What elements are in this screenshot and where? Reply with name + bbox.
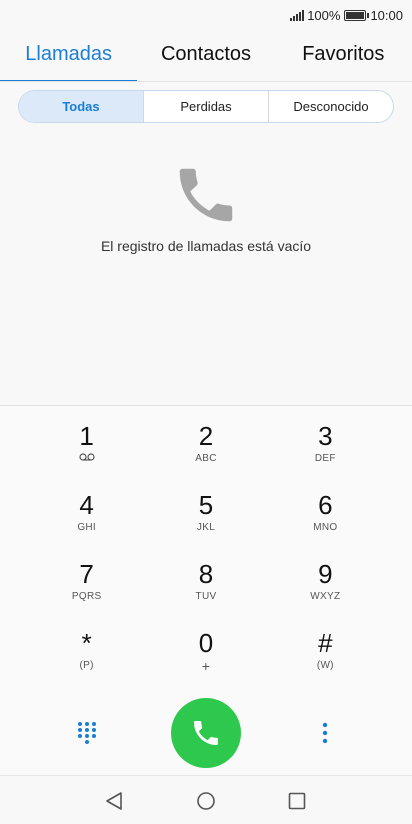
empty-message: El registro de llamadas está vacío xyxy=(100,238,312,254)
filter-desconocido[interactable]: Desconocido xyxy=(268,91,393,122)
clock: 10:00 xyxy=(370,7,403,23)
key-letters: (P) xyxy=(79,660,94,671)
recents-icon[interactable] xyxy=(285,789,309,813)
key-3[interactable]: 3 DEF xyxy=(266,420,385,489)
key-hash[interactable]: # (W) xyxy=(266,627,385,696)
call-icon xyxy=(194,721,218,745)
key-letters: ABC xyxy=(195,453,217,464)
key-letters: WXYZ xyxy=(310,591,341,602)
status-bar: 100% 10:00 xyxy=(0,0,412,30)
home-icon[interactable] xyxy=(194,789,218,813)
more-vertical-icon[interactable] xyxy=(318,720,332,746)
key-digit: 2 xyxy=(198,421,214,451)
key-8[interactable]: 8 TUV xyxy=(146,558,265,627)
tab-favoritos[interactable]: Favoritos xyxy=(275,30,412,82)
call-button[interactable] xyxy=(171,698,241,768)
tab-llamadas[interactable]: Llamadas xyxy=(0,30,138,82)
tab-contactos[interactable]: Contactos xyxy=(137,30,274,82)
key-letters: JKL xyxy=(196,522,216,533)
filter-perdidas[interactable]: Perdidas xyxy=(143,91,268,122)
key-digit: 3 xyxy=(318,421,333,451)
voicemail-icon xyxy=(79,453,95,461)
back-icon[interactable] xyxy=(102,789,126,813)
key-digit: # xyxy=(318,628,333,658)
filter-todas[interactable]: Todas xyxy=(19,91,143,122)
key-digit: 8 xyxy=(198,559,214,589)
key-letters: PQRS xyxy=(71,591,102,602)
navigation-bar xyxy=(0,775,412,824)
dialpad-grid-icon[interactable] xyxy=(76,720,98,746)
key-1[interactable]: 1 xyxy=(27,420,146,489)
key-digit: 6 xyxy=(318,490,333,520)
signal-icon xyxy=(290,9,305,21)
tab-divider xyxy=(0,81,412,82)
battery-percent: 100% xyxy=(307,7,341,23)
key-digit: 1 xyxy=(79,421,94,451)
key-0[interactable]: 0 + xyxy=(146,627,265,696)
key-letters: MNO xyxy=(313,522,338,533)
key-letters: (W) xyxy=(316,660,334,671)
key-digit: * xyxy=(81,628,92,658)
key-letters: GHI xyxy=(77,522,96,533)
battery-icon xyxy=(344,9,370,21)
key-digit: 7 xyxy=(79,559,94,589)
key-letters: TUV xyxy=(195,591,217,602)
key-9[interactable]: 9 WXYZ xyxy=(266,558,385,627)
dial-actions xyxy=(0,698,412,768)
tab-bar: Llamadas Contactos Favoritos xyxy=(0,30,412,82)
dialpad-keys: 1 2 ABC 3 DEF 4 GHI 5 JKL 6 MNO 7 PQRS 8… xyxy=(27,420,385,696)
key-letters: + xyxy=(201,658,211,674)
empty-state: El registro de llamadas está vacío xyxy=(0,160,412,254)
call-filter: Todas Perdidas Desconocido xyxy=(18,90,394,123)
key-5[interactable]: 5 JKL xyxy=(146,489,265,558)
key-digit: 5 xyxy=(198,490,214,520)
dialpad: 1 2 ABC 3 DEF 4 GHI 5 JKL 6 MNO 7 PQRS 8… xyxy=(0,405,412,775)
key-star[interactable]: * (P) xyxy=(27,627,146,696)
key-2[interactable]: 2 ABC xyxy=(146,420,265,489)
phone-icon xyxy=(179,168,233,222)
key-letters: DEF xyxy=(314,453,336,464)
key-digit: 9 xyxy=(318,559,333,589)
key-digit: 0 xyxy=(198,628,214,658)
key-digit: 4 xyxy=(79,490,94,520)
key-4[interactable]: 4 GHI xyxy=(27,489,146,558)
key-6[interactable]: 6 MNO xyxy=(266,489,385,558)
key-7[interactable]: 7 PQRS xyxy=(27,558,146,627)
